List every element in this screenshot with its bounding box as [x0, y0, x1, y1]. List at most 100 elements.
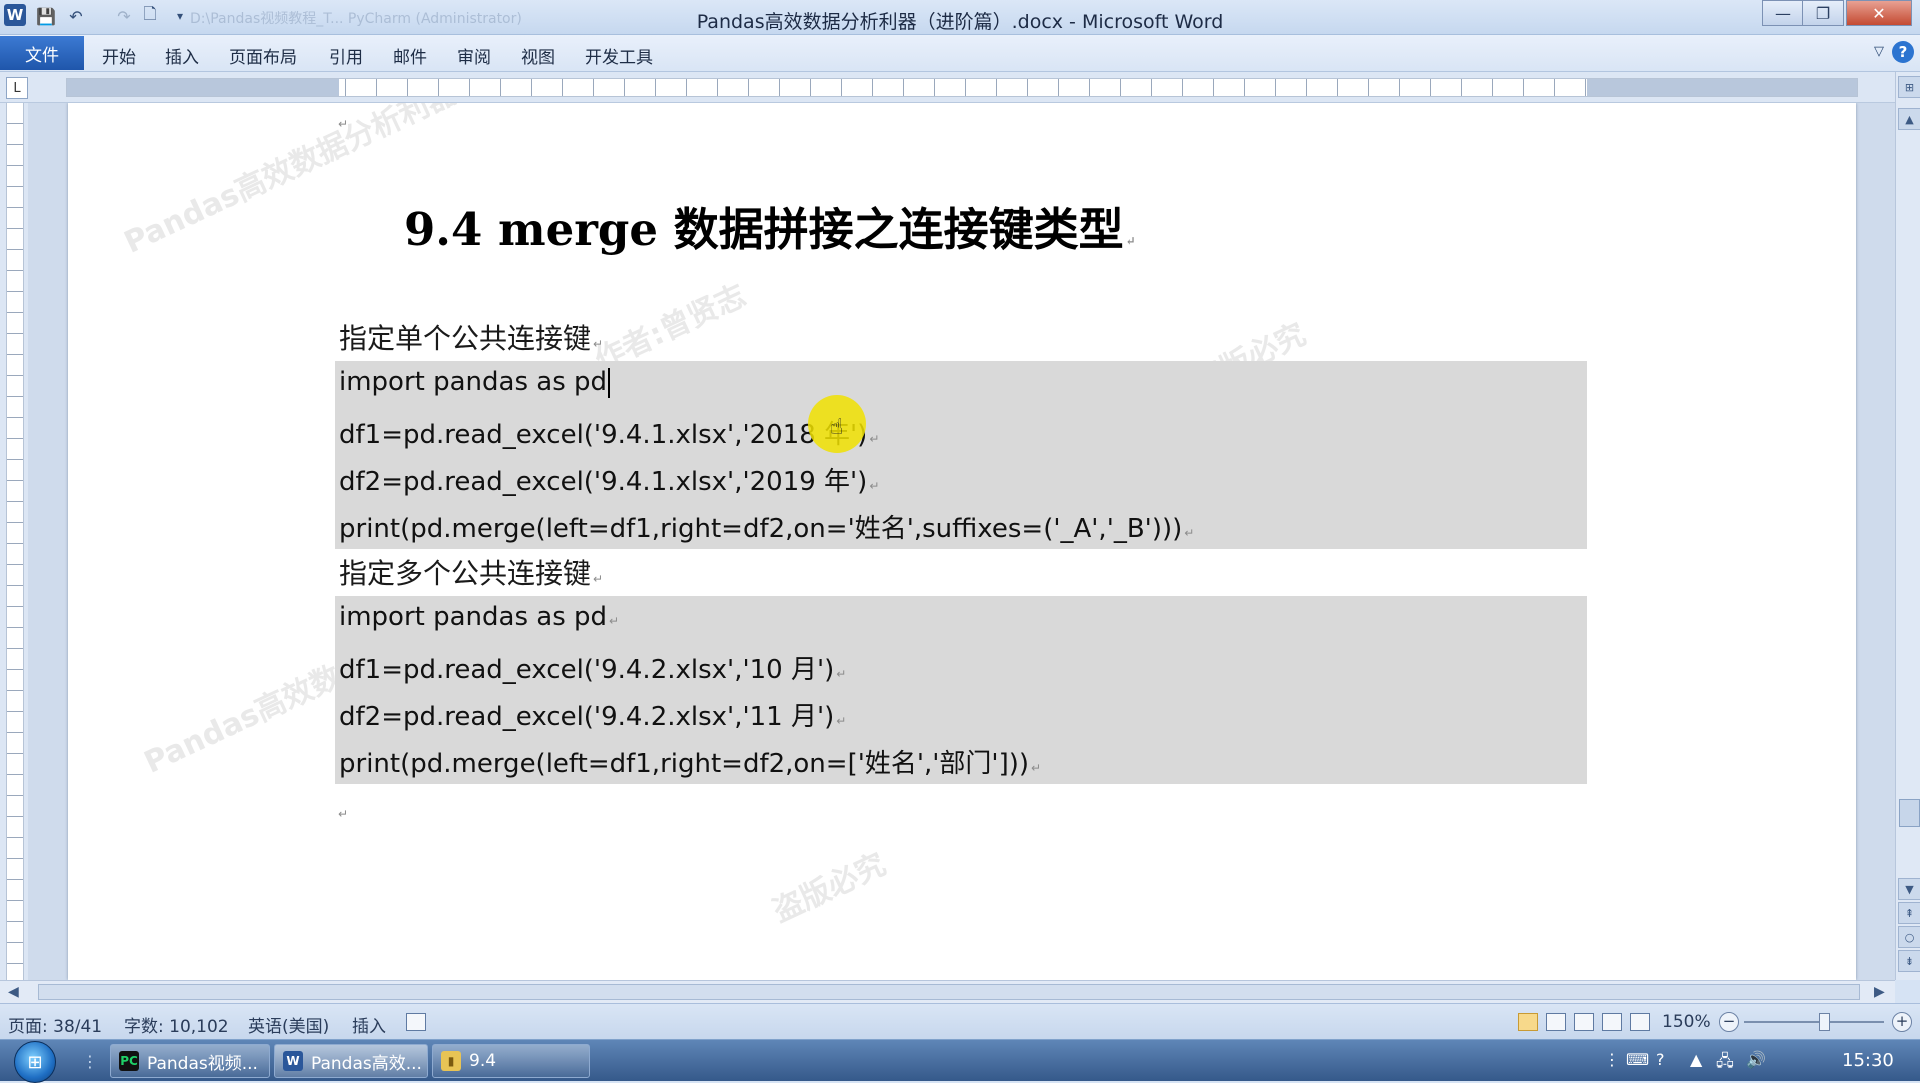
code-line[interactable]: import pandas as pd — [339, 367, 611, 398]
previous-page-icon[interactable]: ⇞ — [1898, 902, 1920, 924]
code-text: print(pd.merge(left=df1,right=df2,on='姓名… — [339, 514, 1183, 544]
print-layout-view-icon[interactable] — [1518, 1013, 1538, 1031]
tab-mailings[interactable]: 邮件 — [393, 43, 427, 68]
code-text: df2=pd.read_excel('9.4.2.xlsx','11 月') — [339, 702, 835, 732]
web-layout-icon[interactable] — [1574, 1013, 1594, 1031]
minimize-ribbon-icon[interactable]: ▽ — [1874, 44, 1884, 59]
close-button[interactable]: ✕ — [1846, 0, 1912, 26]
taskbar-item-label: 9.4 — [469, 1051, 497, 1071]
paragraph-mark: ↵ — [338, 117, 349, 131]
show-hidden-icons[interactable]: ▲ — [1690, 1050, 1702, 1069]
document-page[interactable]: Pandas高效数据分析利器 作者:曾贤志 盗版必究 Pandas高效数据分析利… — [68, 103, 1856, 980]
view-ruler-toggle-icon[interactable]: ⊞ — [1898, 76, 1920, 98]
tab-review[interactable]: 审阅 — [457, 43, 491, 68]
minimize-button[interactable]: — — [1762, 0, 1804, 26]
help-tray-icon[interactable]: ? — [1656, 1050, 1665, 1069]
section2-label[interactable]: 指定多个公共连接键 ↵ — [339, 552, 603, 592]
volume-icon[interactable]: 🔊 — [1746, 1050, 1766, 1069]
code-line[interactable]: print(pd.merge(left=df1,right=df2,on='姓名… — [339, 508, 1194, 545]
tab-view[interactable]: 视图 — [521, 43, 555, 68]
horizontal-scrollbar[interactable]: ◀ ▶ — [0, 980, 1895, 1003]
next-page-icon[interactable]: ⇟ — [1898, 950, 1920, 972]
code-line[interactable]: print(pd.merge(left=df1,right=df2,on=['姓… — [339, 743, 1041, 780]
taskbar-grip-icon: ⋮ — [82, 1052, 98, 1071]
zoom-slider[interactable] — [1744, 1021, 1884, 1023]
scroll-down-arrow-icon[interactable]: ▼ — [1898, 878, 1920, 900]
full-screen-reading-icon[interactable] — [1546, 1013, 1566, 1031]
word-icon: W — [283, 1051, 303, 1071]
vertical-ruler[interactable] — [0, 103, 28, 980]
ribbon-tab-bar: 文件 开始 插入 页面布局 引用 邮件 审阅 视图 开发工具 ▽ ? — [0, 35, 1920, 72]
code-text: print(pd.merge(left=df1,right=df2,on=['姓… — [339, 749, 1030, 779]
insert-mode-indicator[interactable]: 插入 — [352, 1012, 386, 1037]
hand-pointer-icon: ☝ — [830, 415, 844, 440]
zoom-level[interactable]: 150% — [1662, 1012, 1711, 1032]
status-bar: 页面: 38/41 字数: 10,102 英语(美国) 插入 150% − + — [0, 1003, 1920, 1039]
taskbar-item-pycharm[interactable]: PC Pandas视频... — [110, 1044, 270, 1078]
code-line[interactable]: df1=pd.read_excel('9.4.1.xlsx','2018 年')… — [339, 414, 879, 451]
page-count[interactable]: 页面: 38/41 — [8, 1012, 102, 1037]
text-caret — [608, 367, 611, 398]
code-line[interactable]: df2=pd.read_excel('9.4.2.xlsx','11 月') ↵ — [339, 696, 846, 733]
outline-view-icon[interactable] — [1602, 1013, 1622, 1031]
tab-file[interactable]: 文件 — [0, 36, 84, 70]
macro-record-icon[interactable] — [406, 1013, 426, 1031]
horizontal-scroll-thumb[interactable] — [38, 984, 1860, 1000]
vertical-ruler-scale — [6, 103, 24, 980]
clock[interactable]: 15:30 — [1842, 1050, 1894, 1071]
zoom-out-icon[interactable]: − — [1719, 1012, 1739, 1032]
paragraph-mark: ↵ — [338, 807, 349, 821]
code-line[interactable]: df1=pd.read_excel('9.4.2.xlsx','10 月') ↵ — [339, 649, 846, 686]
restore-button[interactable]: ❐ — [1802, 0, 1844, 26]
scroll-left-arrow-icon[interactable]: ◀ — [8, 984, 19, 1000]
scroll-up-arrow-icon[interactable]: ▲ — [1898, 108, 1920, 130]
code-block-multiple-keys[interactable]: import pandas as pd ↵ df1=pd.read_excel('… — [335, 596, 1587, 784]
start-button-icon[interactable]: ⊞ — [14, 1041, 56, 1083]
section1-label[interactable]: 指定单个公共连接键 ↵ — [339, 317, 603, 357]
horizontal-ruler[interactable]: L — [0, 72, 1895, 103]
draft-view-icon[interactable] — [1630, 1013, 1650, 1031]
tab-developer[interactable]: 开发工具 — [585, 43, 653, 68]
taskbar-item-folder[interactable]: ▮ 9.4 — [432, 1044, 590, 1078]
section-heading[interactable]: 9.4 merge 数据拼接之连接键类型 ↵ — [404, 193, 1136, 258]
pycharm-icon: PC — [119, 1051, 139, 1071]
title-bar: W 💾 ↶ ↷ 🗋 ▾ D:\Pandas视频教程_T... PyCharm (… — [0, 0, 1920, 35]
scroll-right-arrow-icon[interactable]: ▶ — [1874, 984, 1885, 1000]
taskbar-item-label: Pandas高效... — [311, 1053, 422, 1074]
scroll-thumb[interactable] — [1899, 799, 1920, 827]
vertical-scrollbar[interactable]: ⊞ ▲ ▼ ⇞ ○ ⇟ — [1895, 72, 1920, 980]
keyboard-icon[interactable]: ⌨ — [1626, 1050, 1649, 1069]
code-line[interactable]: import pandas as pd ↵ — [339, 602, 619, 632]
tab-home[interactable]: 开始 — [102, 43, 136, 68]
ruler-scale — [66, 78, 1858, 97]
taskbar: ⊞ ⋮ PC Pandas视频... W Pandas高效... ▮ 9.4 ⋮… — [0, 1039, 1920, 1083]
code-block-single-key[interactable]: import pandas as pd df1=pd.read_excel('9… — [335, 361, 1587, 549]
help-icon[interactable]: ? — [1892, 41, 1914, 63]
zoom-in-icon[interactable]: + — [1892, 1012, 1912, 1032]
code-text: df1=pd.read_excel('9.4.2.xlsx','10 月') — [339, 655, 835, 685]
taskbar-item-label: Pandas视频... — [147, 1053, 258, 1074]
heading-text: 9.4 merge 数据拼接之连接键类型 — [404, 203, 1124, 256]
folder-icon: ▮ — [441, 1051, 461, 1071]
code-text: import pandas as pd — [339, 602, 608, 632]
tab-references[interactable]: 引用 — [329, 43, 363, 68]
browse-object-icon[interactable]: ○ — [1898, 926, 1920, 948]
code-line[interactable]: df2=pd.read_excel('9.4.1.xlsx','2019 年')… — [339, 461, 879, 498]
taskbar-item-word[interactable]: W Pandas高效... — [274, 1044, 428, 1078]
document-area[interactable]: Pandas高效数据分析利器 作者:曾贤志 盗版必究 Pandas高效数据分析利… — [28, 103, 1895, 980]
window-title: Pandas高效数据分析利器（进阶篇）.docx - Microsoft Wor… — [696, 11, 1224, 33]
code-text: df2=pd.read_excel('9.4.1.xlsx','2019 年') — [339, 467, 868, 497]
section1-label-text: 指定单个公共连接键 — [339, 322, 592, 355]
network-icon[interactable]: 🖧 — [1716, 1050, 1734, 1077]
zoom-slider-thumb[interactable] — [1819, 1013, 1830, 1031]
tab-page-layout[interactable]: 页面布局 — [229, 43, 297, 68]
word-count[interactable]: 字数: 10,102 — [124, 1012, 229, 1037]
tab-selector[interactable]: L — [6, 77, 28, 99]
watermark: 盗版必究 — [767, 846, 892, 930]
code-text: df1=pd.read_excel('9.4.1.xlsx','2018 年') — [339, 420, 868, 450]
section2-label-text: 指定多个公共连接键 — [339, 557, 592, 590]
tray-grip-icon: ⋮ — [1604, 1050, 1620, 1069]
code-text: import pandas as pd — [339, 367, 608, 397]
language-indicator[interactable]: 英语(美国) — [248, 1012, 329, 1037]
tab-insert[interactable]: 插入 — [165, 43, 199, 68]
